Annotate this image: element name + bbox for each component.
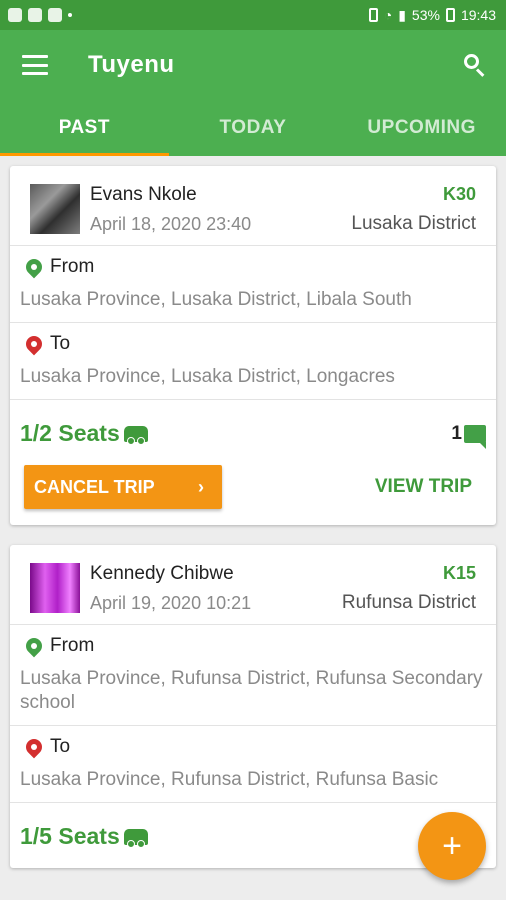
trip-price: K15 bbox=[442, 563, 476, 583]
more-notifications-icon bbox=[68, 13, 72, 17]
to-address: Lusaka Province, Lusaka District, Longac… bbox=[20, 366, 395, 387]
facebook-icon bbox=[28, 8, 42, 22]
trip-header: Kennedy Chibwe April 19, 2020 10:21 K15 … bbox=[10, 545, 496, 625]
car-icon bbox=[123, 425, 148, 445]
to-section: To Lusaka Province, Rufunsa District, Ru… bbox=[10, 726, 496, 803]
comment-count: 1 bbox=[451, 422, 462, 444]
battery-icon bbox=[445, 8, 455, 22]
sim-icon bbox=[368, 8, 378, 22]
tab-today[interactable]: TODAY bbox=[169, 100, 338, 156]
to-label: To bbox=[50, 736, 71, 757]
trip-actions: CANCEL TRIP › VIEW TRIP bbox=[10, 465, 496, 525]
car-icon bbox=[123, 828, 148, 848]
status-bar: ◔ ▮ 53% 19:43 bbox=[0, 0, 506, 30]
status-notifications bbox=[8, 8, 72, 22]
driver-name: Evans Nkole bbox=[90, 184, 197, 205]
seats-row: 1/2 Seats 1 bbox=[10, 400, 496, 465]
trip-header: Evans Nkole April 18, 2020 23:40 K30 Lus… bbox=[10, 166, 496, 246]
driver-name: Kennedy Chibwe bbox=[90, 563, 234, 584]
tab-upcoming[interactable]: UPCOMING bbox=[337, 100, 506, 156]
comments-button[interactable]: 1 bbox=[451, 422, 486, 449]
chat-icon bbox=[464, 424, 486, 449]
trip-date: April 19, 2020 10:21 bbox=[90, 593, 252, 613]
trip-list: Evans Nkole April 18, 2020 23:40 K30 Lus… bbox=[0, 156, 506, 868]
seats-count: 1/2 Seats bbox=[20, 420, 120, 446]
to-address: Lusaka Province, Rufunsa District, Rufun… bbox=[20, 769, 439, 790]
to-section: To Lusaka Province, Lusaka District, Lon… bbox=[10, 323, 496, 400]
cancel-trip-button[interactable]: CANCEL TRIP › bbox=[24, 465, 222, 509]
tab-bar: PAST TODAY UPCOMING bbox=[0, 100, 506, 156]
tab-past[interactable]: PAST bbox=[0, 100, 169, 156]
cancel-trip-label: CANCEL TRIP bbox=[34, 476, 155, 497]
from-label: From bbox=[50, 635, 95, 656]
trip-card[interactable]: Evans Nkole April 18, 2020 23:40 K30 Lus… bbox=[10, 166, 496, 525]
from-section: From Lusaka Province, Lusaka District, L… bbox=[10, 246, 496, 323]
driver-avatar bbox=[30, 184, 80, 234]
from-section: From Lusaka Province, Rufunsa District, … bbox=[10, 625, 496, 726]
from-address: Lusaka Province, Lusaka District, Libala… bbox=[20, 289, 412, 310]
clock: 19:43 bbox=[460, 7, 496, 23]
chevron-right-icon: › bbox=[198, 476, 204, 497]
location-pin-icon bbox=[22, 255, 46, 279]
location-pin-icon bbox=[22, 735, 46, 759]
whatsapp-icon bbox=[48, 8, 62, 22]
battery-percent: 53% bbox=[411, 7, 440, 23]
from-label: From bbox=[50, 256, 95, 277]
signal-icon: ▮ bbox=[398, 6, 406, 23]
add-trip-button[interactable]: + bbox=[418, 812, 486, 880]
trip-district: Rufunsa District bbox=[341, 592, 476, 613]
view-trip-button[interactable]: VIEW TRIP bbox=[375, 476, 472, 498]
location-pin-icon bbox=[22, 634, 46, 658]
location-pin-icon bbox=[22, 332, 46, 356]
trip-date: April 18, 2020 23:40 bbox=[90, 214, 252, 234]
status-system: ◔ ▮ 53% 19:43 bbox=[368, 6, 496, 24]
seats-count: 1/5 Seats bbox=[20, 823, 120, 849]
from-address: Lusaka Province, Rufunsa District, Rufun… bbox=[20, 668, 483, 713]
to-label: To bbox=[50, 333, 71, 354]
app-title: Tuyenu bbox=[88, 51, 175, 78]
menu-icon[interactable] bbox=[22, 55, 48, 75]
trip-price: K30 bbox=[442, 184, 476, 204]
search-icon[interactable] bbox=[460, 50, 490, 80]
trip-card[interactable]: Kennedy Chibwe April 19, 2020 10:21 K15 … bbox=[10, 545, 496, 868]
trip-district: Lusaka District bbox=[351, 213, 476, 234]
messenger-icon bbox=[8, 8, 22, 22]
app-bar: Tuyenu bbox=[0, 30, 506, 100]
wifi-icon: ◔ bbox=[383, 7, 393, 23]
driver-avatar bbox=[30, 563, 80, 613]
